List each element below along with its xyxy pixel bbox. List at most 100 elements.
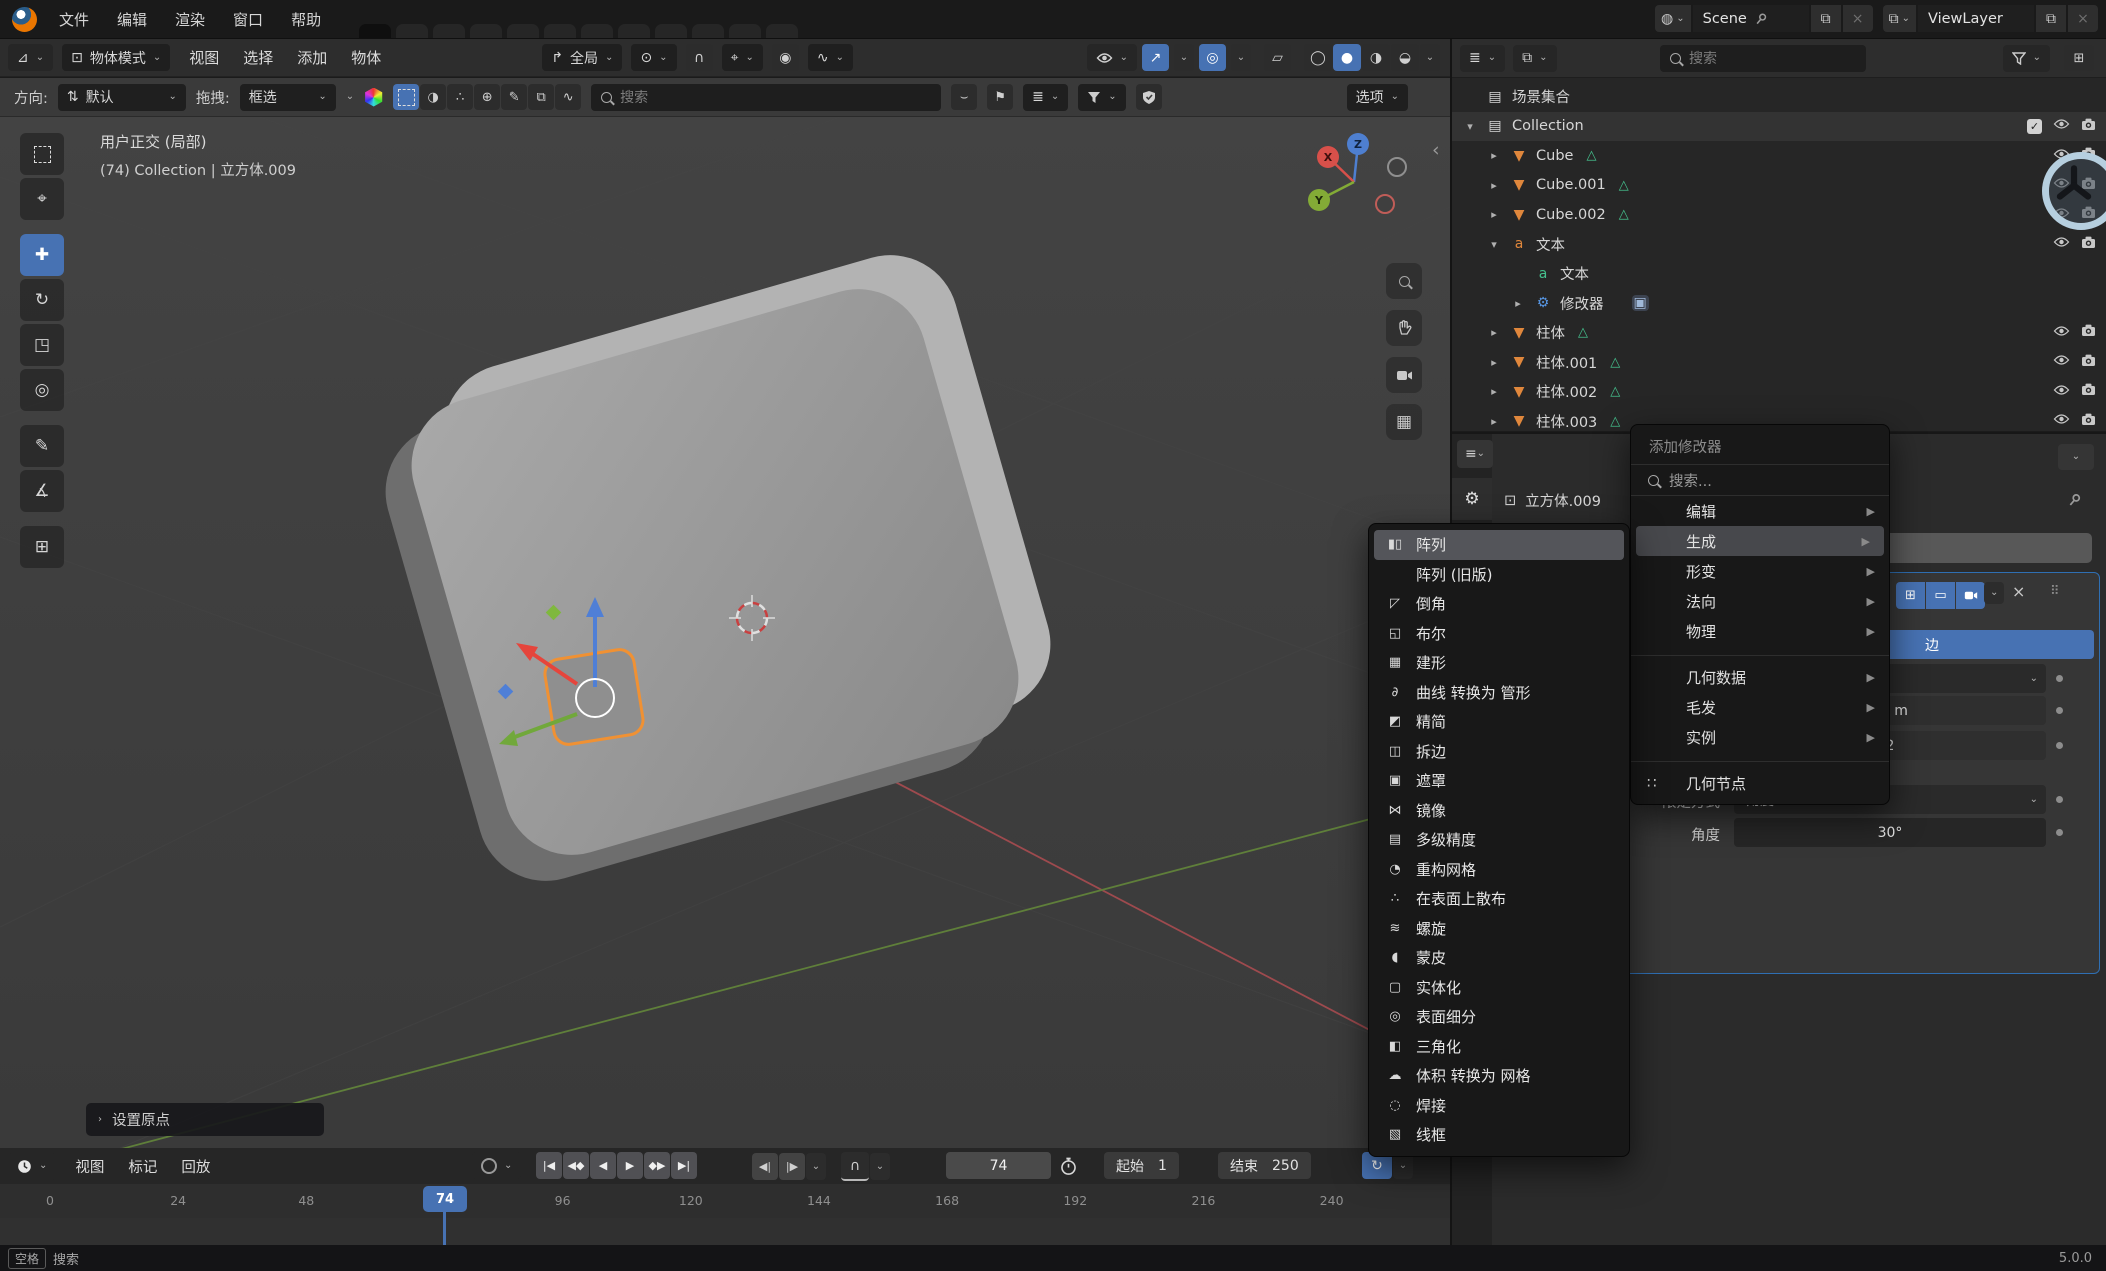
menu-search-field[interactable]: 搜索... bbox=[1631, 464, 1889, 496]
toggle-material[interactable]: ◑ bbox=[420, 84, 446, 110]
hide-eye-toggle[interactable] bbox=[2053, 384, 2070, 400]
outliner-row[interactable]: ▸ ▼ Cube △ ▣ ✓ bbox=[1452, 141, 2106, 171]
menu-item[interactable]: 阵列 (旧版) bbox=[1369, 560, 1629, 590]
menu-item[interactable]: ▮▯ 阵列 bbox=[1374, 530, 1624, 560]
outliner-filter-dropdown[interactable]: ⌄ bbox=[2003, 45, 2050, 72]
auto-keyframe-toggle[interactable]: ⌄ bbox=[472, 1152, 521, 1179]
current-frame-field[interactable]: 74 bbox=[946, 1152, 1051, 1179]
zoom-button[interactable] bbox=[1386, 263, 1422, 299]
outliner-row[interactable]: ▤ 场景集合 ▣ ✓ bbox=[1452, 82, 2106, 112]
visibility-dropdown[interactable]: ⌄ bbox=[1087, 44, 1137, 71]
outliner-item-label[interactable]: Cube.002 bbox=[1536, 207, 1606, 223]
timeline-menu[interactable]: 标记 bbox=[117, 1152, 168, 1181]
menu-item[interactable]: ∷ 物理 ▶ bbox=[1631, 616, 1889, 646]
menu-item[interactable]: ∷ ▶ bbox=[1631, 752, 1889, 762]
frame-end-field[interactable]: 结束 250 bbox=[1218, 1152, 1311, 1179]
menu-item[interactable]: ▢ 实体化 bbox=[1369, 973, 1629, 1003]
playback-button[interactable]: ◀ bbox=[590, 1152, 616, 1179]
display-editmode-toggle[interactable]: ⊞ bbox=[1896, 582, 1925, 609]
expand-chevron-icon[interactable]: ▸ bbox=[1510, 297, 1526, 310]
timeline-menu[interactable]: 视图 bbox=[64, 1152, 115, 1181]
camera-view-button[interactable] bbox=[1386, 357, 1422, 393]
viewport-menu[interactable]: 选择 bbox=[233, 43, 283, 72]
outliner-item-label[interactable]: Cube bbox=[1536, 148, 1573, 164]
ortho-grid-button[interactable]: ▦ bbox=[1386, 404, 1422, 440]
menu-item[interactable]: ◔ 重构网格 bbox=[1369, 855, 1629, 885]
proportional-edit-toggle[interactable]: ◉ bbox=[772, 44, 799, 71]
playback-button[interactable]: |◀ bbox=[536, 1152, 562, 1179]
workspace-tab[interactable] bbox=[692, 24, 724, 38]
workspace-tab[interactable] bbox=[396, 24, 428, 38]
playback-button[interactable]: ▶ bbox=[617, 1152, 643, 1179]
expand-chevron-icon[interactable]: ▸ bbox=[1486, 356, 1502, 369]
viewlayer-delete-button[interactable]: × bbox=[2068, 5, 2098, 32]
modifier-close-button[interactable]: × bbox=[2012, 582, 2025, 601]
outliner-item-label[interactable]: 文本 bbox=[1560, 263, 1589, 284]
axis-negative-y-ball[interactable] bbox=[1376, 195, 1394, 213]
hide-eye-toggle[interactable] bbox=[2053, 236, 2070, 252]
viewlayer-icon[interactable]: ⧉⌄ bbox=[1883, 5, 1916, 32]
orientation-setting-dropdown[interactable]: ⇅ 默认 ⌄ bbox=[58, 84, 186, 111]
render-visibility-toggle[interactable] bbox=[2081, 236, 2096, 253]
outliner-item-label[interactable]: 柱体.001 bbox=[1536, 352, 1597, 373]
workspace-tab[interactable] bbox=[359, 24, 391, 38]
snap-dropdown[interactable]: ⌖⌄ bbox=[722, 44, 763, 71]
menu-item[interactable]: ∂ 曲线 转换为 管形 bbox=[1369, 678, 1629, 708]
playhead-badge[interactable]: 74 bbox=[423, 1186, 467, 1212]
scale-tool[interactable]: ◳ bbox=[20, 324, 64, 366]
outliner-row[interactable]: a 文本 ▣ ✓ bbox=[1452, 259, 2106, 289]
menu-item[interactable]: ◎ 表面细分 bbox=[1369, 1002, 1629, 1032]
outliner-item-label[interactable]: 柱体.003 bbox=[1536, 411, 1597, 432]
properties-options-chevron[interactable]: ⌄ bbox=[2058, 444, 2094, 470]
outliner-row[interactable]: ▸ ⚙ 修改器 ▣ ✓ bbox=[1452, 289, 2106, 319]
pivot-point-dropdown[interactable]: ⊙⌄ bbox=[631, 44, 676, 71]
blender-logo-icon[interactable] bbox=[12, 7, 37, 32]
tweak-select-tool[interactable] bbox=[20, 133, 64, 175]
menubar-menu[interactable]: 帮助 bbox=[279, 4, 333, 35]
menubar-menu[interactable]: 渲染 bbox=[163, 4, 217, 35]
pin-icon[interactable] bbox=[1755, 12, 1767, 26]
navigation-gizmo[interactable]: Z X Y bbox=[1296, 127, 1426, 247]
properties-editor-type-button[interactable]: ≡⌄ bbox=[1457, 440, 1493, 468]
render-visibility-toggle[interactable] bbox=[2081, 383, 2096, 400]
expand-chevron-icon[interactable]: ▸ bbox=[1486, 326, 1502, 339]
menubar-menu[interactable]: 文件 bbox=[47, 4, 101, 35]
viewport-menu[interactable]: 添加 bbox=[287, 43, 337, 72]
options-dropdown[interactable]: 选项⌄ bbox=[1347, 84, 1408, 111]
outliner-item-label[interactable]: Collection bbox=[1512, 118, 1584, 134]
menu-item[interactable]: ∷ 毛发 ▶ bbox=[1631, 692, 1889, 722]
menu-item[interactable]: ◖ 蒙皮 bbox=[1369, 943, 1629, 973]
3d-viewport[interactable]: 用户正交 (局部) (74) Collection | 立方体.009 ⌖ ✚ … bbox=[0, 117, 1450, 1148]
animate-dot[interactable] bbox=[2056, 675, 2063, 682]
menu-item[interactable]: ◩ 精简 bbox=[1369, 707, 1629, 737]
overlays-toggle[interactable]: ◎ bbox=[1199, 44, 1226, 71]
pin-icon[interactable] bbox=[2068, 492, 2081, 508]
rotate-tool[interactable]: ↻ bbox=[20, 279, 64, 321]
shield-button[interactable] bbox=[1136, 84, 1162, 110]
snap-toggle[interactable]: ∩ bbox=[686, 44, 713, 71]
measure-tool[interactable]: ∡ bbox=[20, 470, 64, 512]
animate-dot[interactable] bbox=[2056, 829, 2063, 836]
transform-orientation-dropdown[interactable]: ↱ 全局⌄ bbox=[542, 44, 622, 71]
axis-negative-x-ball[interactable] bbox=[1388, 158, 1406, 176]
expand-chevron-icon[interactable]: ▸ bbox=[1486, 149, 1502, 162]
hide-eye-toggle[interactable] bbox=[2053, 413, 2070, 429]
outliner-row[interactable]: ▸ ▼ 柱体.001 △ ▣ ✓ bbox=[1452, 348, 2106, 378]
keying-icon[interactable]: ∩ bbox=[841, 1152, 869, 1181]
rounded-slab-object[interactable] bbox=[369, 239, 1066, 897]
breadcrumb-object-name[interactable]: 立方体.009 bbox=[1525, 490, 1601, 511]
shading-rendered-button[interactable]: ◒ bbox=[1391, 44, 1419, 71]
outliner-item-label[interactable]: 修改器 bbox=[1560, 293, 1604, 314]
outliner-row[interactable]: ▸ ▼ 柱体.002 △ ▣ ✓ bbox=[1452, 377, 2106, 407]
toggle-fluid[interactable]: ∴ bbox=[447, 84, 473, 110]
playback-button[interactable]: ▶| bbox=[671, 1152, 697, 1179]
workspace-tab[interactable] bbox=[581, 24, 613, 38]
animate-dot[interactable] bbox=[2056, 742, 2063, 749]
gizmos-dropdown[interactable]: ⌄ bbox=[1174, 44, 1194, 71]
menubar-menu[interactable]: 窗口 bbox=[221, 4, 275, 35]
menu-item[interactable]: ∷ 几何数据 ▶ bbox=[1631, 662, 1889, 692]
menu-item[interactable]: ▤ 多级精度 bbox=[1369, 825, 1629, 855]
workspace-tab[interactable] bbox=[470, 24, 502, 38]
render-visibility-toggle[interactable] bbox=[2081, 413, 2096, 430]
mode-dropdown[interactable]: ⊡ 物体模式⌄ bbox=[62, 44, 170, 71]
